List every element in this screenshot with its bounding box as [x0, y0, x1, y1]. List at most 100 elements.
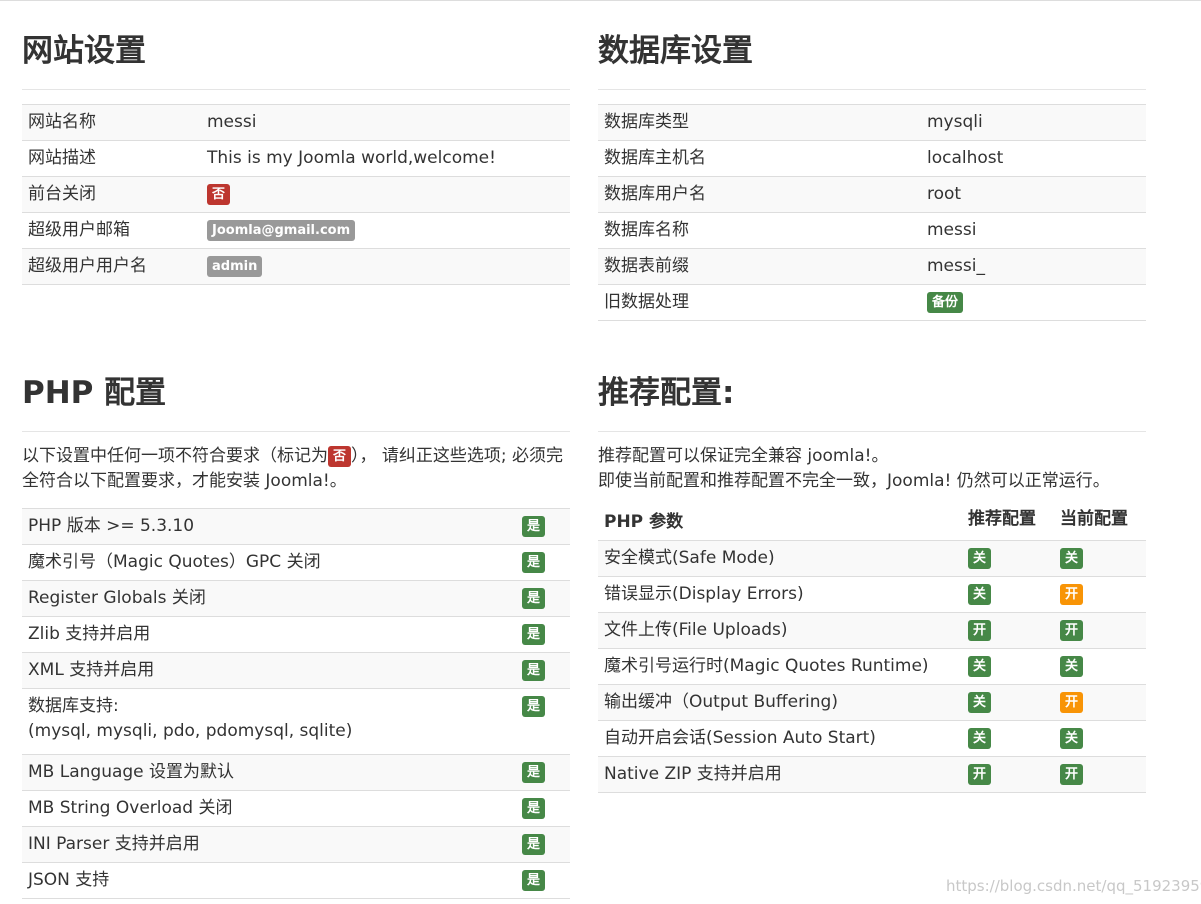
- table-row: 网站名称 messi: [22, 104, 570, 141]
- recommended-intro: 推荐配置可以保证完全兼容 joomla!。 即使当前配置和推荐配置不完全一致，J…: [598, 444, 1146, 494]
- recommended-cell: 关: [962, 540, 1054, 577]
- current-badge: 关: [1060, 655, 1084, 677]
- current-cell: 开: [1054, 756, 1146, 793]
- row-label-line: 数据库支持:: [28, 696, 119, 716]
- site-settings-table: 网站名称 messi 网站描述 This is my Joomla world,…: [22, 104, 570, 285]
- recommended-badge: 开: [968, 619, 992, 641]
- table-row: XML 支持并启用是: [22, 652, 570, 689]
- table-row: 数据库用户名 root: [598, 176, 1146, 213]
- row-value: messi_: [921, 248, 1146, 285]
- header-recommended: 推荐配置: [968, 509, 1036, 529]
- recommended-cell: 关: [962, 576, 1054, 613]
- table-row: PHP 版本 >= 5.3.10 是: [22, 508, 570, 545]
- table-row: Register Globals 关闭是: [22, 580, 570, 617]
- table-row: 网站描述 This is my Joomla world,welcome!: [22, 140, 570, 177]
- recommended-badge: 关: [968, 547, 992, 569]
- row-label: 网站名称: [22, 104, 201, 141]
- status-badge: 否: [207, 183, 231, 205]
- current-badge: 开: [1060, 583, 1084, 605]
- row-label: 安全模式(Safe Mode): [598, 540, 962, 577]
- row-label: 数据库主机名: [598, 140, 921, 177]
- recommended-badge: 开: [968, 763, 992, 785]
- table-row: 超级用户邮箱 Joomla@gmail.com: [22, 212, 570, 249]
- row-value: localhost: [921, 140, 1146, 177]
- row-label: MB String Overload 关闭: [22, 790, 516, 827]
- status-badge: 是: [522, 515, 546, 537]
- table-row: 魔术引号运行时(Magic Quotes Runtime) 关 关: [598, 648, 1146, 685]
- recommended-badge: 关: [968, 583, 992, 605]
- table-row: INI Parser 支持并启用是: [22, 826, 570, 863]
- row-label: 错误显示(Display Errors): [598, 576, 962, 613]
- recommended-cell: 开: [962, 612, 1054, 649]
- table-row: 文件上传(File Uploads) 开 开: [598, 612, 1146, 649]
- left-column: 网站设置 网站名称 messi 网站描述 This is my Joomla w…: [22, 1, 570, 899]
- table-row: JSON 支持是: [22, 862, 570, 899]
- recommended-cell: 关: [962, 648, 1054, 685]
- row-label: 数据库用户名: [598, 176, 921, 213]
- recommended-body: 安全模式(Safe Mode) 关关错误显示(Display Errors) 关开文…: [598, 540, 1146, 793]
- status-badge: 是: [522, 659, 546, 681]
- row-label: 数据表前缀: [598, 248, 921, 285]
- row-label-line: (mysql, mysqli, pdo, pdomysql, sqlite): [28, 721, 353, 741]
- site-settings-title: 网站设置: [22, 33, 146, 69]
- status-badge: 备份: [927, 291, 964, 313]
- db-settings-table: 数据库类型 mysqli 数据库主机名 localhost 数据库用户名 root 数…: [598, 104, 1146, 321]
- recommended-cell: 关: [962, 684, 1054, 721]
- recommended-table: PHP 参数 推荐配置 当前配置 安全模式(Safe Mode) 关关错误显示(D…: [598, 504, 1146, 793]
- php-config-intro: 以下设置中任何一项不符合要求（标记为否）， 请纠正这些选项; 必须完全符合以下配…: [22, 444, 570, 494]
- status-badge: 否: [328, 445, 352, 467]
- row-label: JSON 支持: [22, 862, 516, 899]
- status-badge: 是: [522, 797, 546, 819]
- row-label: XML 支持并启用: [22, 652, 516, 689]
- table-row: 数据库主机名 localhost: [598, 140, 1146, 177]
- table-row: 错误显示(Display Errors) 关 开: [598, 576, 1146, 613]
- current-badge: 关: [1060, 547, 1084, 569]
- current-cell: 关: [1054, 720, 1146, 757]
- recommended-badge: 关: [968, 691, 992, 713]
- email-badge: Joomla@gmail.com: [207, 219, 356, 241]
- row-value: messi: [921, 212, 1146, 249]
- header-param: PHP 参数: [604, 512, 684, 532]
- watermark: https://blog.csdn.net/qq_51923959: [946, 877, 1201, 895]
- row-label: 前台关闭: [22, 176, 201, 213]
- current-badge: 关: [1060, 727, 1084, 749]
- current-cell: 关: [1054, 540, 1146, 577]
- status-badge: 是: [522, 761, 546, 783]
- recommended-badge: 关: [968, 655, 992, 677]
- php-config-table: PHP 版本 >= 5.3.10 是 魔术引号（Magic Quotes）GPC …: [22, 508, 570, 899]
- recommended-cell: 开: [962, 756, 1054, 793]
- table-row: 魔术引号（Magic Quotes）GPC 关闭是: [22, 544, 570, 581]
- current-cell: 开: [1054, 576, 1146, 613]
- table-row: 安全模式(Safe Mode) 关 关: [598, 540, 1146, 577]
- row-label: 超级用户用户名: [22, 248, 201, 285]
- status-badge: 是: [522, 695, 546, 717]
- row-label: Native ZIP 支持并启用: [598, 756, 962, 793]
- row-value: root: [921, 176, 1146, 213]
- db-settings-title: 数据库设置: [598, 33, 753, 69]
- table-row: 数据库名称 messi: [598, 212, 1146, 249]
- table-row: Native ZIP 支持并启用开开: [598, 756, 1146, 793]
- row-label: 超级用户邮箱: [22, 212, 201, 249]
- table-row: 前台关闭 否: [22, 176, 570, 213]
- table-header-row: PHP 参数 推荐配置 当前配置: [598, 504, 1146, 541]
- row-label: MB Language 设置为默认: [22, 754, 516, 791]
- status-badge: 是: [522, 587, 546, 609]
- table-row: 旧数据处理 备份: [598, 284, 1146, 321]
- row-label: 旧数据处理: [598, 284, 921, 321]
- current-badge: 开: [1060, 763, 1084, 785]
- row-label: 数据库支持: (mysql, mysqli, pdo, pdomysql, sql…: [22, 688, 516, 755]
- row-label: 魔术引号运行时(Magic Quotes Runtime): [598, 648, 962, 685]
- status-badge: 是: [522, 623, 546, 645]
- row-label: Zlib 支持并启用: [22, 616, 516, 653]
- right-column: 数据库设置 数据库类型 mysqli 数据库主机名 localhost 数据库用户名…: [598, 1, 1146, 793]
- current-badge: 开: [1060, 619, 1084, 641]
- row-label: 网站描述: [22, 140, 201, 177]
- row-label: INI Parser 支持并启用: [22, 826, 516, 863]
- recommended-badge: 关: [968, 727, 992, 749]
- status-badge: 是: [522, 833, 546, 855]
- table-row: 数据表前缀 messi_: [598, 248, 1146, 285]
- row-value: This is my Joomla world,welcome!: [201, 140, 570, 177]
- username-badge: admin: [207, 255, 263, 277]
- table-row: MB String Overload 关闭是: [22, 790, 570, 827]
- status-badge: 是: [522, 551, 546, 573]
